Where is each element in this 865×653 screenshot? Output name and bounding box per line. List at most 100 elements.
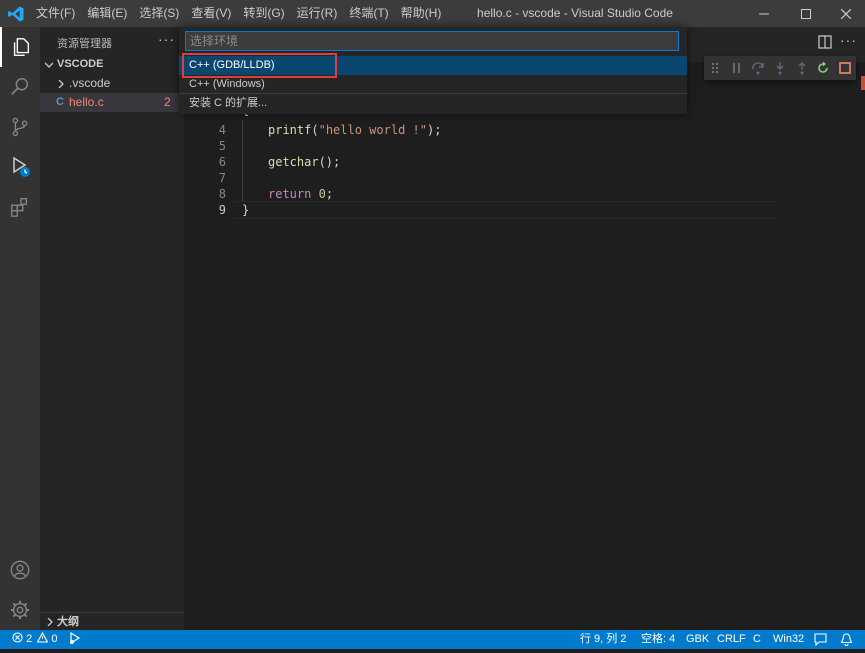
- code-line: printf("hello world !");: [268, 123, 442, 137]
- more-editor-actions-button[interactable]: ···: [840, 32, 857, 48]
- line-number: 9: [218, 203, 226, 217]
- line-number: 5: [218, 139, 226, 153]
- menu-terminal[interactable]: 终端(T): [343, 0, 394, 27]
- minimize-button[interactable]: [744, 0, 784, 27]
- menu-file[interactable]: 文件(F): [30, 0, 81, 27]
- tree-item-hello-c[interactable]: C hello.c 2: [40, 93, 184, 112]
- notifications-button[interactable]: [840, 633, 853, 653]
- menu-selection[interactable]: 选择(S): [133, 0, 185, 27]
- encoding-status[interactable]: GBK: [686, 630, 709, 649]
- c-file-icon: C: [56, 96, 64, 108]
- error-overview-marker: [861, 76, 865, 90]
- status-bar: 2 0 行 9, 列 2 空格: 4 GBK CRLF C Win32: [0, 630, 865, 649]
- chevron-right-icon: [58, 80, 64, 88]
- explorer-sidebar: 资源管理器 ··· VSCODE .vscode C hello.c 2 大纲: [40, 27, 184, 630]
- source-control-activity-button[interactable]: [0, 107, 40, 147]
- error-count: 2: [26, 633, 33, 645]
- language-mode-status[interactable]: C: [753, 630, 761, 649]
- option-install-c-extension[interactable]: 安装 C 的扩展...: [179, 94, 687, 113]
- code-line: return 0;: [268, 187, 334, 201]
- extensions-activity-button[interactable]: [0, 187, 40, 227]
- bell-icon: [840, 633, 853, 646]
- split-editor-icon[interactable]: [818, 35, 832, 49]
- cursor-position[interactable]: 行 9, 列 2: [580, 630, 626, 649]
- editor-area[interactable]: ··· { 4 printf("hello world !"); 5 6 get…: [184, 27, 865, 630]
- debug-launch-status[interactable]: [68, 630, 81, 649]
- outline-label: 大纲: [57, 616, 79, 628]
- vscode-logo-icon: [8, 6, 24, 22]
- minimize-icon: [759, 13, 769, 14]
- accounts-activity-button[interactable]: [0, 550, 40, 590]
- error-icon: [12, 632, 23, 643]
- source-control-icon: [12, 117, 28, 137]
- debug-alt-icon: [70, 631, 81, 645]
- explorer-title: 资源管理器: [57, 38, 112, 50]
- chevron-right-icon: [47, 618, 53, 626]
- step-into-button[interactable]: [769, 57, 791, 79]
- feedback-button[interactable]: [814, 633, 827, 653]
- warning-count: 0: [51, 633, 58, 645]
- step-into-icon: [776, 62, 784, 75]
- eol-status[interactable]: CRLF: [717, 630, 746, 649]
- extensions-icon: [11, 198, 28, 217]
- run-debug-activity-button[interactable]: [0, 147, 40, 187]
- step-out-button[interactable]: [791, 57, 813, 79]
- drag-handle[interactable]: [704, 57, 726, 79]
- debug-toolbar: [704, 56, 856, 80]
- line-number: 4: [218, 123, 226, 137]
- chevron-down-icon: [45, 62, 53, 68]
- menu-view[interactable]: 查看(V): [185, 0, 237, 27]
- search-icon: [11, 78, 29, 95]
- gear-icon: [10, 600, 30, 620]
- current-line-highlight: [234, 201, 776, 219]
- stop-button[interactable]: [834, 57, 856, 79]
- manage-activity-button[interactable]: [0, 590, 40, 630]
- code-line: }: [242, 203, 250, 217]
- problems-status[interactable]: 2 0: [12, 630, 57, 649]
- line-number: 8: [218, 187, 226, 201]
- search-activity-button[interactable]: [0, 67, 40, 107]
- line-number: 6: [218, 155, 226, 169]
- window-title: hello.c - vscode - Visual Studio Code: [477, 6, 673, 20]
- activity-bar: [0, 27, 40, 630]
- environment-search-input[interactable]: [185, 31, 679, 51]
- indentation-status[interactable]: 空格: 4: [641, 630, 675, 649]
- account-icon: [10, 560, 30, 580]
- restart-icon: [818, 61, 829, 73]
- warning-icon: [36, 631, 49, 643]
- menu-run[interactable]: 运行(R): [291, 0, 344, 27]
- explorer-activity-button[interactable]: [0, 27, 40, 67]
- line-number: 7: [218, 171, 226, 185]
- menu-go[interactable]: 转到(G): [237, 0, 290, 27]
- stop-icon: [839, 62, 851, 74]
- tree-item-label: hello.c: [69, 95, 104, 109]
- error-count-badge: 2: [164, 95, 171, 109]
- pause-icon: [732, 63, 740, 73]
- maximize-button[interactable]: [786, 0, 826, 27]
- pause-button[interactable]: [726, 57, 748, 79]
- platform-status[interactable]: Win32: [773, 630, 804, 649]
- step-over-button[interactable]: [747, 57, 769, 79]
- gripper-icon: [711, 63, 718, 73]
- files-icon: [13, 38, 30, 56]
- run-debug-icon: [13, 156, 30, 177]
- folder-header[interactable]: VSCODE: [40, 55, 184, 74]
- outline-section-header[interactable]: 大纲: [40, 612, 184, 631]
- tree-item-label: .vscode: [69, 76, 111, 90]
- step-out-icon: [798, 62, 806, 75]
- folder-name: VSCODE: [57, 58, 104, 70]
- close-window-button[interactable]: [826, 0, 865, 27]
- menu-bar: 文件(F) 编辑(E) 选择(S) 查看(V) 转到(G) 运行(R) 终端(T…: [30, 0, 447, 27]
- menu-edit[interactable]: 编辑(E): [81, 0, 133, 27]
- restart-button[interactable]: [813, 57, 835, 79]
- title-bar: 文件(F) 编辑(E) 选择(S) 查看(V) 转到(G) 运行(R) 终端(T…: [0, 0, 865, 27]
- indent-guide: [242, 120, 243, 202]
- feedback-icon: [814, 633, 827, 647]
- annotation-highlight-box: [182, 53, 337, 78]
- code-line: getchar();: [268, 155, 341, 169]
- more-actions-button[interactable]: ···: [158, 31, 175, 47]
- maximize-icon: [801, 8, 811, 19]
- step-over-icon: [752, 62, 764, 75]
- tree-item-vscode-folder[interactable]: .vscode: [40, 74, 184, 93]
- menu-help[interactable]: 帮助(H): [395, 0, 448, 27]
